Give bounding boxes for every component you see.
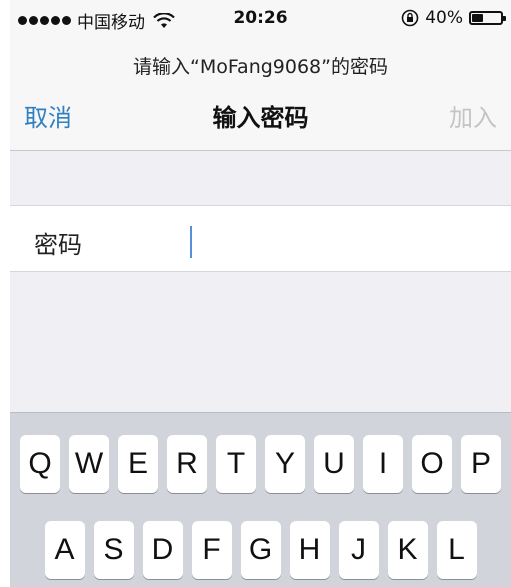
text-caret bbox=[190, 226, 192, 258]
password-prompt: 请输入“MoFang9068”的密码 bbox=[133, 56, 388, 78]
key-r[interactable]: R bbox=[167, 435, 207, 493]
cancel-button[interactable]: 取消 bbox=[24, 98, 72, 133]
battery-nub bbox=[503, 16, 506, 21]
key-y[interactable]: Y bbox=[265, 435, 305, 493]
screen: 中国移动 20:26 40% 请输入“MoFang9068”的密码 取消 输入密… bbox=[10, 0, 511, 587]
key-o[interactable]: O bbox=[412, 435, 452, 493]
battery-percent: 40% bbox=[425, 8, 463, 28]
status-bar: 中国移动 20:26 40% bbox=[10, 0, 511, 38]
key-i[interactable]: I bbox=[363, 435, 403, 493]
battery-level-fill bbox=[472, 14, 483, 22]
key-g[interactable]: G bbox=[240, 521, 281, 579]
keyboard-row-1: QWERTYUIOP bbox=[10, 435, 511, 493]
key-d[interactable]: D bbox=[142, 521, 183, 579]
orientation-lock-icon bbox=[401, 9, 419, 27]
key-u[interactable]: U bbox=[314, 435, 354, 493]
join-button[interactable]: 加入 bbox=[449, 98, 497, 133]
navigation-header: 请输入“MoFang9068”的密码 取消 输入密码 加入 bbox=[10, 38, 511, 151]
key-h[interactable]: H bbox=[289, 521, 330, 579]
key-l[interactable]: L bbox=[436, 521, 477, 579]
key-q[interactable]: Q bbox=[20, 435, 60, 493]
status-right: 40% bbox=[401, 8, 506, 28]
password-row[interactable]: 密码 bbox=[10, 205, 511, 272]
key-j[interactable]: J bbox=[338, 521, 379, 579]
password-input[interactable] bbox=[184, 220, 488, 260]
key-a[interactable]: A bbox=[44, 521, 85, 579]
battery-icon bbox=[469, 11, 506, 25]
keyboard-row-2: ASDFGHJKL bbox=[10, 521, 511, 579]
key-w[interactable]: W bbox=[69, 435, 109, 493]
key-t[interactable]: T bbox=[216, 435, 256, 493]
password-label: 密码 bbox=[34, 231, 82, 259]
key-k[interactable]: K bbox=[387, 521, 428, 579]
key-e[interactable]: E bbox=[118, 435, 158, 493]
keyboard: QWERTYUIOP ASDFGHJKL bbox=[10, 412, 511, 587]
key-f[interactable]: F bbox=[191, 521, 232, 579]
key-s[interactable]: S bbox=[93, 521, 134, 579]
page-title: 输入密码 bbox=[212, 104, 309, 132]
key-p[interactable]: P bbox=[461, 435, 501, 493]
